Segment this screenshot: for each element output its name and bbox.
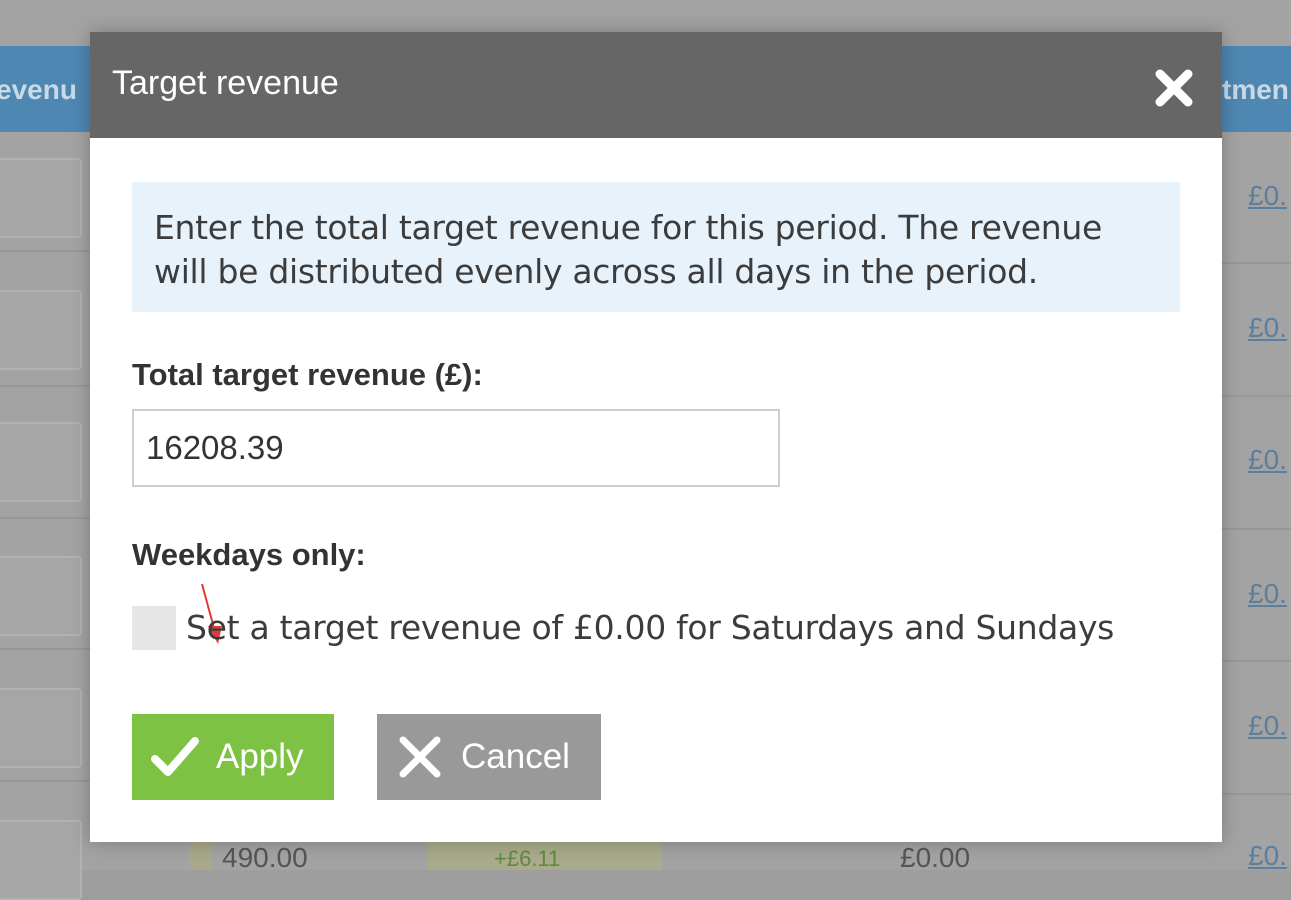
background-row-divider bbox=[0, 648, 90, 650]
background-input-cell bbox=[0, 422, 82, 502]
target-revenue-dialog: Target revenue Enter the total target re… bbox=[90, 32, 1222, 842]
apply-button-label: Apply bbox=[216, 737, 304, 776]
background-row-divider bbox=[0, 250, 90, 252]
total-target-revenue-input[interactable] bbox=[132, 409, 780, 487]
dialog-title: Target revenue bbox=[112, 64, 339, 102]
background-bottom-variance: +£6.11 bbox=[494, 846, 561, 871]
cancel-button-label: Cancel bbox=[461, 737, 570, 776]
background-adjustment-link: £0. bbox=[1248, 578, 1287, 609]
apply-button[interactable]: Apply bbox=[132, 714, 334, 800]
background-input-cell bbox=[0, 820, 82, 900]
close-icon bbox=[1155, 69, 1193, 107]
background-header-adjustment: tmen bbox=[1222, 74, 1289, 105]
background-bottom-adjustment: £0.00 bbox=[900, 842, 971, 873]
background-adjustment-link: £0. bbox=[1248, 840, 1287, 871]
info-text: Enter the total target revenue for this … bbox=[154, 208, 1103, 291]
background-row-divider bbox=[1222, 660, 1291, 662]
background-row-divider bbox=[1222, 262, 1291, 264]
background-row-divider bbox=[1222, 793, 1291, 795]
background-header-revenue: evenu bbox=[0, 74, 77, 105]
background-row-divider bbox=[1222, 528, 1291, 530]
background-bottom-cell bbox=[190, 842, 212, 870]
dialog-header: Target revenue bbox=[90, 32, 1222, 138]
background-row-divider bbox=[0, 517, 90, 519]
background-input-cell bbox=[0, 158, 82, 238]
background-row-divider bbox=[0, 780, 90, 782]
background-adjustment-link: £0. bbox=[1248, 180, 1287, 211]
background-input-cell bbox=[0, 556, 82, 636]
background-row-divider bbox=[1222, 395, 1291, 397]
cancel-button[interactable]: Cancel bbox=[377, 714, 601, 800]
background-adjustment-link: £0. bbox=[1248, 312, 1287, 343]
total-target-revenue-label: Total target revenue (£): bbox=[132, 357, 483, 392]
background-adjustment-link: £0. bbox=[1248, 444, 1287, 475]
background-row-divider bbox=[0, 385, 90, 387]
checkmark-icon bbox=[151, 737, 199, 776]
close-button[interactable] bbox=[1148, 62, 1200, 114]
close-icon bbox=[399, 736, 441, 778]
background-input-cell bbox=[0, 290, 82, 370]
background-adjustment-link: £0. bbox=[1248, 710, 1287, 741]
background-input-cell bbox=[0, 688, 82, 768]
weekdays-only-label: Weekdays only: bbox=[132, 537, 366, 572]
info-box: Enter the total target revenue for this … bbox=[132, 182, 1180, 312]
weekdays-only-checkbox[interactable] bbox=[132, 606, 176, 650]
weekdays-only-checkbox-label[interactable]: Set a target revenue of £0.00 for Saturd… bbox=[186, 606, 1114, 650]
background-bottom-value: 490.00 bbox=[222, 842, 308, 873]
